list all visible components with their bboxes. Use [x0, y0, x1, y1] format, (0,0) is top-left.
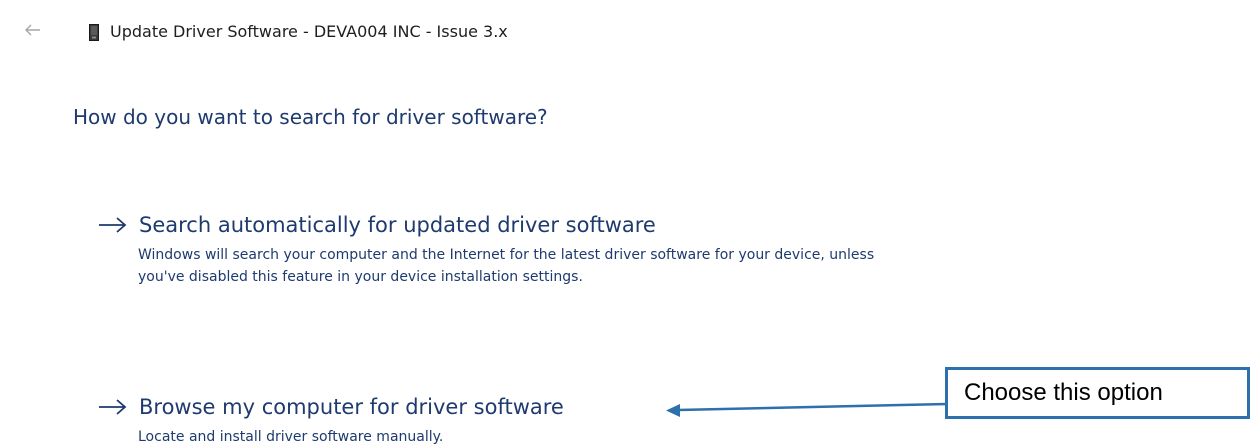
right-arrow-icon [99, 399, 127, 415]
callout-pointer-arrow [666, 402, 949, 417]
option-description: Windows will search your computer and th… [138, 247, 875, 285]
annotation-callout: Choose this option [945, 367, 1250, 419]
device-icon [89, 24, 99, 41]
page-heading: How do you want to search for driver sof… [73, 105, 548, 129]
callout-text: Choose this option [964, 379, 1163, 406]
option-description: Locate and install driver software manua… [138, 429, 444, 445]
back-arrow-icon [25, 24, 40, 36]
option-title[interactable]: Search automatically for updated driver … [139, 213, 656, 237]
search-automatically-option[interactable]: Search automatically for updated driver … [97, 208, 897, 288]
option-title[interactable]: Browse my computer for driver software [139, 395, 564, 419]
update-driver-window: Update Driver Software - DEVA004 INC - I… [0, 0, 1259, 448]
title-bar: Update Driver Software - DEVA004 INC - I… [0, 0, 1259, 60]
window-title: Update Driver Software - DEVA004 INC - I… [110, 22, 508, 41]
right-arrow-icon [99, 217, 127, 233]
back-button[interactable] [21, 18, 45, 42]
browse-computer-option[interactable]: Browse my computer for driver software L… [97, 390, 697, 448]
